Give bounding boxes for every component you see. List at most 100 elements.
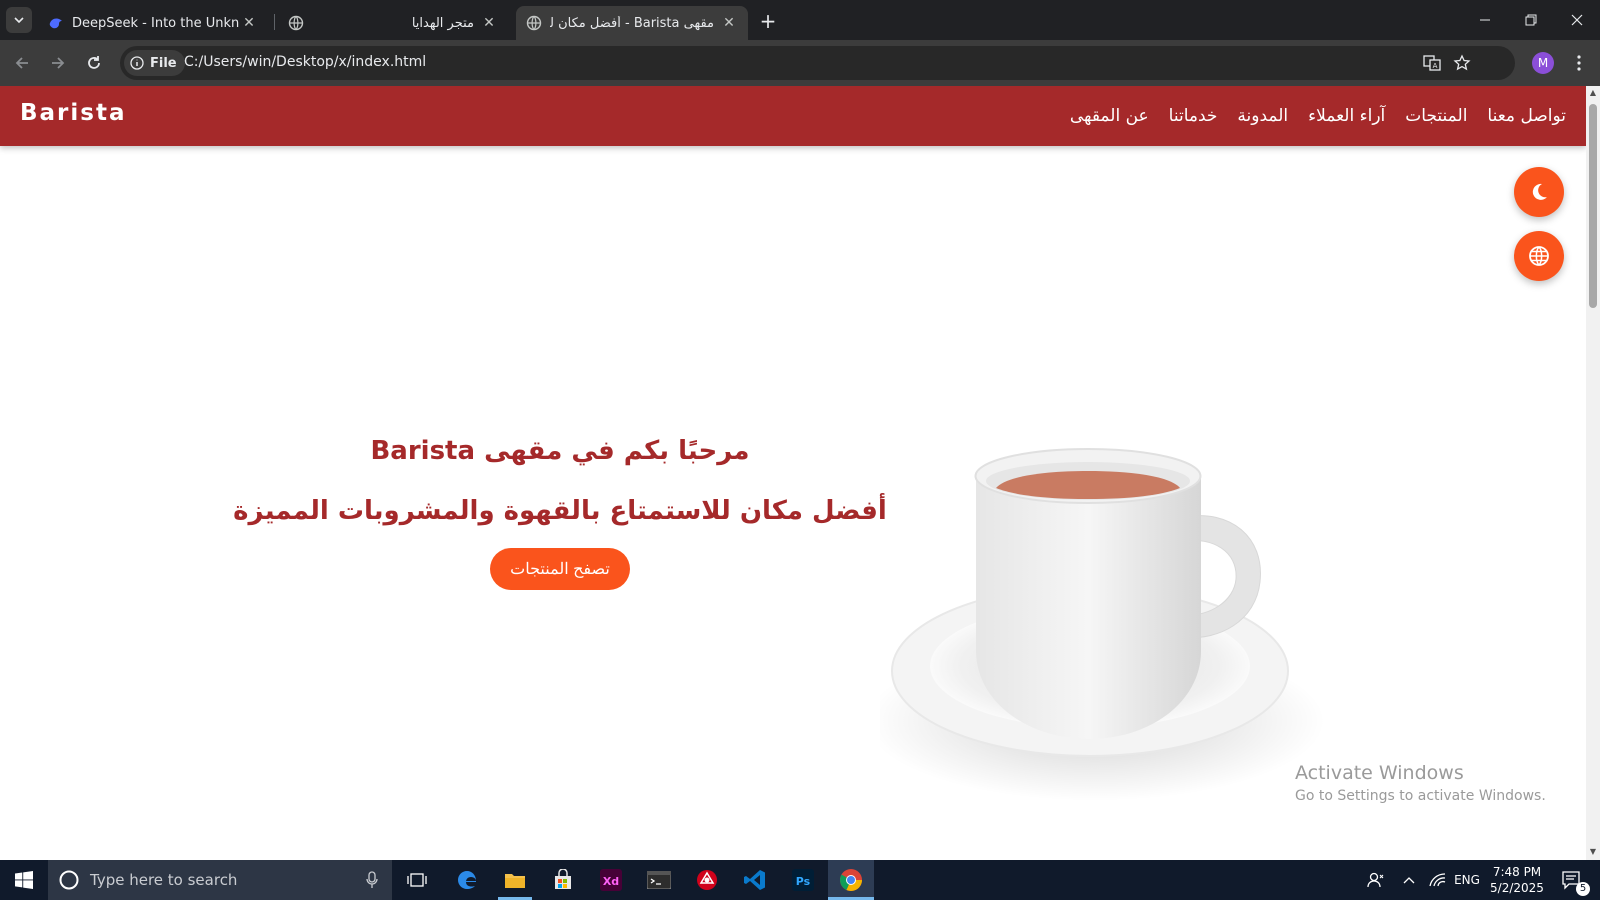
reload-icon xyxy=(88,56,100,69)
globe-icon xyxy=(1529,246,1549,266)
svg-text:Ps: Ps xyxy=(796,875,811,888)
clock-date: 5/2/2025 xyxy=(1490,881,1544,895)
taskbar-search[interactable]: Type here to search xyxy=(48,860,392,900)
browse-products-button[interactable]: تصفح المنتجات xyxy=(490,548,630,590)
tab-close-button[interactable]: ✕ xyxy=(720,14,738,32)
deepseek-icon xyxy=(49,18,62,29)
windows-taskbar: Type here to search Xd Ps ENG 7:48 PM 5/… xyxy=(0,860,1600,900)
browser-toolbar: File C:/Users/win/Desktop/x/index.html A… xyxy=(0,40,1600,86)
clock-time: 7:48 PM xyxy=(1492,865,1542,879)
minimize-button[interactable] xyxy=(1462,0,1508,40)
tray-language[interactable]: ENG xyxy=(1452,860,1482,900)
page-viewport: Barista عن المقهى خدماتنا المدونة آراء ا… xyxy=(0,86,1586,860)
close-window-button[interactable] xyxy=(1554,0,1600,40)
nav-link-testimonials[interactable]: آراء العملاء xyxy=(1308,106,1385,126)
nav-link-contact[interactable]: تواصل معنا xyxy=(1487,106,1566,126)
scroll-down-arrow[interactable]: ▼ xyxy=(1589,848,1597,856)
translate-icon: A xyxy=(1423,55,1441,71)
chrome-icon xyxy=(840,869,862,891)
url-text[interactable]: C:/Users/win/Desktop/x/index.html xyxy=(184,54,426,70)
start-button[interactable] xyxy=(0,860,48,900)
taskbar-store[interactable] xyxy=(540,860,586,900)
task-view-button[interactable] xyxy=(394,860,440,900)
tab-barista[interactable]: مقهى Barista - أفضل مكان للاستـ ✕ xyxy=(516,6,748,40)
photoshop-icon: Ps xyxy=(792,869,814,891)
chevron-down-icon xyxy=(14,17,24,24)
nav-link-about[interactable]: عن المقهى xyxy=(1070,106,1149,126)
address-bar[interactable]: File C:/Users/win/Desktop/x/index.html A xyxy=(120,46,1515,80)
tab-title: DeepSeek - Into the Unknown xyxy=(72,15,240,31)
windows-logo-icon xyxy=(15,871,33,889)
terminal-icon xyxy=(647,871,671,889)
restore-icon xyxy=(1525,14,1537,26)
bookmark-button[interactable] xyxy=(1450,51,1474,75)
new-tab-button[interactable]: + xyxy=(756,9,780,33)
taskbar-vscode[interactable] xyxy=(732,860,778,900)
taskbar-adobe-xd[interactable]: Xd xyxy=(588,860,634,900)
taskbar-chrome[interactable] xyxy=(828,860,874,900)
tab-separator xyxy=(274,14,275,30)
app-red-icon xyxy=(697,870,717,890)
tray-people[interactable] xyxy=(1360,860,1392,900)
notification-badge: 5 xyxy=(1576,882,1590,896)
back-button[interactable] xyxy=(10,51,34,75)
task-view-icon xyxy=(407,873,427,887)
site-info-chip[interactable]: File xyxy=(124,50,185,76)
translate-button[interactable]: A xyxy=(1420,51,1444,75)
watermark-subtitle: Go to Settings to activate Windows. xyxy=(1295,788,1546,804)
profile-avatar[interactable]: M xyxy=(1532,52,1554,74)
reload-button[interactable] xyxy=(82,51,106,75)
moon-icon xyxy=(1532,183,1547,200)
taskbar-search-placeholder: Type here to search xyxy=(90,871,238,889)
taskbar-app-red[interactable] xyxy=(684,860,730,900)
wifi-icon xyxy=(1429,873,1446,887)
restore-button[interactable] xyxy=(1508,0,1554,40)
hero-section: مرحبًا بكم في مقهى Barista أفضل مكان للا… xyxy=(200,436,920,590)
scroll-up-arrow[interactable]: ▲ xyxy=(1589,89,1597,97)
cortana-icon xyxy=(59,870,79,890)
action-center-button[interactable]: 5 xyxy=(1552,860,1592,900)
microphone-icon xyxy=(366,871,378,888)
tab-close-button[interactable]: ✕ xyxy=(240,14,258,32)
globe-icon xyxy=(526,15,542,31)
info-icon xyxy=(130,56,144,70)
tab-deepseek[interactable]: DeepSeek - Into the Unknown ✕ xyxy=(38,6,268,40)
tray-network[interactable] xyxy=(1424,860,1450,900)
language-toggle[interactable] xyxy=(1514,231,1564,281)
tab-gift-store[interactable]: متجر الهدايا ✕ xyxy=(278,6,508,40)
site-navbar: Barista عن المقهى خدماتنا المدونة آراء ا… xyxy=(0,86,1586,146)
forward-button[interactable] xyxy=(46,51,70,75)
tab-title: متجر الهدايا xyxy=(411,15,474,31)
taskbar-edge[interactable] xyxy=(444,860,490,900)
tray-clock[interactable]: 7:48 PM 5/2/2025 xyxy=(1482,864,1552,896)
watermark-title: Activate Windows xyxy=(1295,762,1464,784)
taskbar-terminal[interactable] xyxy=(636,860,682,900)
site-logo[interactable]: Barista xyxy=(20,100,126,126)
scroll-thumb[interactable] xyxy=(1589,104,1597,308)
taskbar-photoshop[interactable]: Ps xyxy=(780,860,826,900)
dark-mode-toggle[interactable] xyxy=(1514,167,1564,217)
page-scrollbar[interactable]: ▲ ▼ xyxy=(1586,86,1600,860)
edge-icon xyxy=(458,871,476,889)
more-vertical-icon xyxy=(1577,55,1581,71)
tray-show-hidden[interactable] xyxy=(1396,860,1422,900)
taskbar-file-explorer[interactable] xyxy=(492,860,538,900)
tab-search-button[interactable] xyxy=(6,7,32,33)
arrow-left-icon xyxy=(15,57,28,69)
site-info-label: File xyxy=(150,55,177,71)
store-icon xyxy=(555,869,571,889)
hero-title: مرحبًا بكم في مقهى Barista xyxy=(370,436,750,466)
chevron-up-icon xyxy=(1403,877,1415,884)
adobe-xd-icon: Xd xyxy=(600,869,622,891)
activate-windows-watermark: Activate Windows Go to Settings to activ… xyxy=(1295,762,1546,804)
close-icon xyxy=(1571,14,1583,26)
tab-close-button[interactable]: ✕ xyxy=(480,14,498,32)
nav-links: عن المقهى خدماتنا المدونة آراء العملاء ا… xyxy=(1070,86,1566,146)
svg-text:A: A xyxy=(1433,62,1438,70)
coffee-cup-image xyxy=(880,448,1325,801)
nav-link-products[interactable]: المنتجات xyxy=(1405,106,1467,126)
nav-link-services[interactable]: خدماتنا xyxy=(1169,106,1218,126)
nav-link-blog[interactable]: المدونة xyxy=(1237,106,1288,126)
people-icon xyxy=(1367,872,1384,888)
browser-menu-button[interactable] xyxy=(1567,51,1591,75)
